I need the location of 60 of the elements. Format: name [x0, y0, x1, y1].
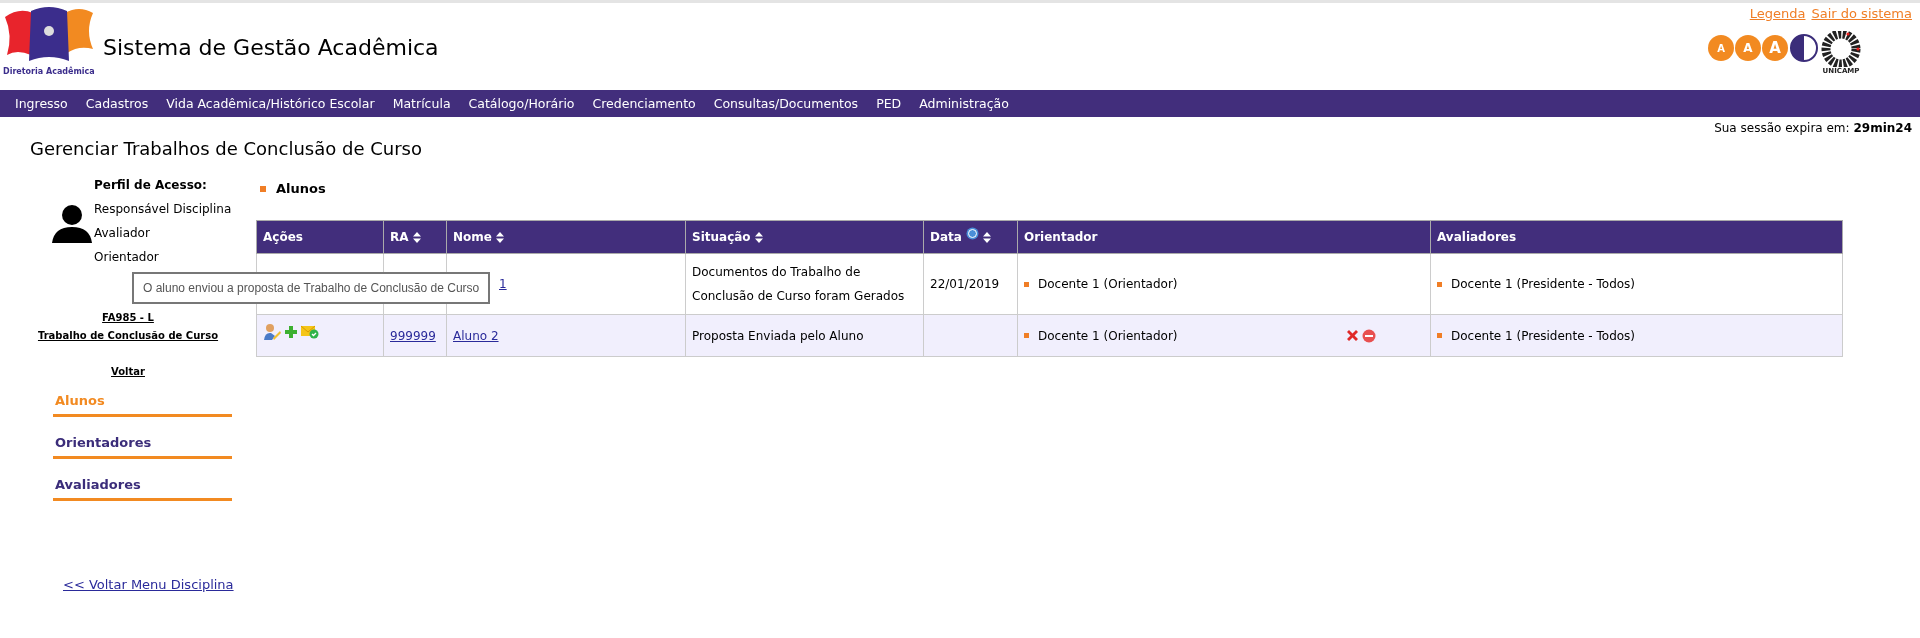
bullet-icon: [1437, 281, 1442, 287]
profile-role: Orientador: [94, 249, 160, 266]
user-silhouette-icon: [52, 205, 92, 243]
profile-heading: Perfil de Acesso:: [94, 177, 208, 194]
nav-menu-item[interactable]: Matrícula: [383, 96, 460, 111]
app-title: Sistema de Gestão Acadêmica: [103, 35, 439, 60]
nav-menu-item[interactable]: Administração: [910, 96, 1018, 111]
sort-icon[interactable]: [754, 231, 763, 243]
contrast-icon[interactable]: [1789, 33, 1819, 63]
sort-icon[interactable]: [412, 231, 421, 243]
bullet-icon: [1437, 333, 1442, 338]
date-cell: 22/01/2019: [930, 277, 1000, 291]
profile-role: Avaliador: [94, 225, 151, 242]
student-name-link[interactable]: Aluno 2: [453, 328, 499, 343]
remove-icon[interactable]: [1362, 328, 1376, 343]
back-to-menu-link[interactable]: << Voltar Menu Disciplina: [63, 577, 256, 592]
advisor-cell-text: Docente 1 (Orientador): [1038, 327, 1178, 345]
column-header[interactable]: Nome: [446, 220, 686, 254]
nav-menu-item[interactable]: Consultas/Documentos: [704, 96, 868, 111]
section-title: Alunos: [276, 181, 326, 196]
course-code-link[interactable]: FA985 - L: [102, 311, 154, 325]
academic-logo-icon: [3, 5, 95, 63]
person-edit-icon[interactable]: [263, 322, 281, 341]
page-title: Gerenciar Trabalhos de Conclusão de Curso: [30, 138, 423, 159]
nav-menu-item[interactable]: Ingresso: [6, 96, 77, 111]
profile-role: Responsável Disciplina: [94, 201, 232, 218]
nav-menu-item[interactable]: Catálogo/Horário: [459, 96, 584, 111]
sort-icon[interactable]: [495, 231, 504, 243]
course-name-link[interactable]: Trabalho de Conclusão de Curso: [37, 329, 219, 343]
status-cell: Proposta Enviada pelo Aluno: [692, 328, 864, 343]
session-label: Sua sessão expira em:: [1714, 121, 1850, 135]
column-header: Ações: [256, 220, 384, 254]
bullet-icon: [1024, 333, 1029, 338]
help-icon[interactable]: [965, 226, 979, 240]
column-header: Avaliadores: [1430, 220, 1843, 254]
tooltip: O aluno enviou a proposta de Trabalho de Conclusão de Curso: [132, 272, 491, 304]
nav-menu-item[interactable]: Vida Acadêmica/Histórico Escolar: [157, 96, 384, 111]
column-header[interactable]: Situação: [685, 220, 924, 254]
nav-menu-item[interactable]: Credenciamento: [583, 96, 705, 111]
evaluators-cell-text: Docente 1 (Presidente - Todos): [1451, 276, 1636, 293]
logo-caption: Diretoria Acadêmica: [3, 67, 96, 76]
mail-check-icon[interactable]: [301, 324, 319, 339]
close-icon[interactable]: [1346, 329, 1359, 342]
advisor-cell-text: Docente 1 (Orientador): [1038, 276, 1178, 293]
sort-icon[interactable]: [982, 231, 991, 243]
bullet-icon: [260, 185, 266, 192]
session-timer: 29min24: [1853, 121, 1912, 135]
column-header[interactable]: Data: [923, 220, 1018, 254]
column-header: Orientador: [1017, 220, 1431, 254]
column-header[interactable]: RA: [383, 220, 447, 254]
nav-menu-item[interactable]: PED: [867, 96, 911, 111]
back-link[interactable]: Voltar: [111, 365, 145, 379]
side-menu-item[interactable]: Orientadores: [53, 435, 232, 459]
bullet-icon: [1024, 281, 1029, 287]
nav-menu-item[interactable]: Cadastros: [76, 96, 158, 111]
student-name-link[interactable]: 1: [499, 277, 507, 291]
unicamp-logo-icon: [1820, 31, 1862, 67]
status-cell: Documentos do Trabalho de Conclusão de Curso foram Gerados: [692, 265, 905, 303]
side-menu-item[interactable]: Avaliadores: [53, 477, 232, 501]
evaluators-cell-text: Docente 1 (Presidente - Todos): [1451, 327, 1636, 345]
